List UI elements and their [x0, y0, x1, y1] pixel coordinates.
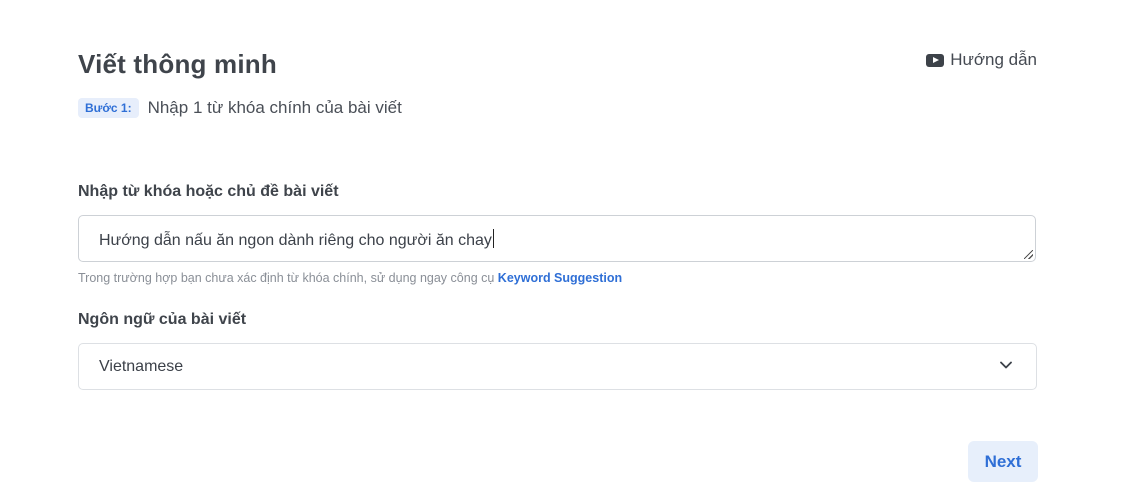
keyword-value-text: Hướng dẫn nấu ăn ngon dành riêng cho ngư… — [99, 232, 492, 249]
language-selected-value: Vietnamese — [99, 358, 184, 375]
next-button[interactable]: Next — [968, 441, 1038, 482]
resize-handle-icon[interactable] — [1024, 250, 1033, 259]
language-label: Ngôn ngữ của bài viết — [78, 311, 247, 328]
text-caret — [492, 229, 494, 248]
smart-writing-page: Viết thông minh Hướng dẫn Bước 1: Nhập 1… — [0, 0, 1148, 494]
youtube-play-icon — [926, 53, 945, 67]
language-select[interactable]: Vietnamese — [78, 343, 1037, 390]
step-indicator: Bước 1: Nhập 1 từ khóa chính của bài viế… — [78, 98, 402, 118]
step-badge: Bước 1: — [78, 98, 139, 118]
step-description: Nhập 1 từ khóa chính của bài viết — [147, 98, 402, 117]
keyword-label: Nhập từ khóa hoặc chủ đề bài viết — [78, 183, 339, 200]
keyword-textarea[interactable]: Hướng dẫn nấu ăn ngon dành riêng cho ngư… — [78, 215, 1036, 262]
guide-link[interactable]: Hướng dẫn — [926, 50, 1037, 70]
chevron-down-icon — [1000, 361, 1012, 369]
keyword-value: Hướng dẫn nấu ăn ngon dành riêng cho ngư… — [99, 229, 494, 250]
keyword-suggestion-link[interactable]: Keyword Suggestion — [498, 271, 622, 285]
guide-label: Hướng dẫn — [950, 50, 1037, 69]
page-title: Viết thông minh — [78, 49, 277, 79]
keyword-hint: Trong trường hợp bạn chưa xác định từ kh… — [78, 271, 622, 285]
hint-text: Trong trường hợp bạn chưa xác định từ kh… — [78, 271, 498, 285]
